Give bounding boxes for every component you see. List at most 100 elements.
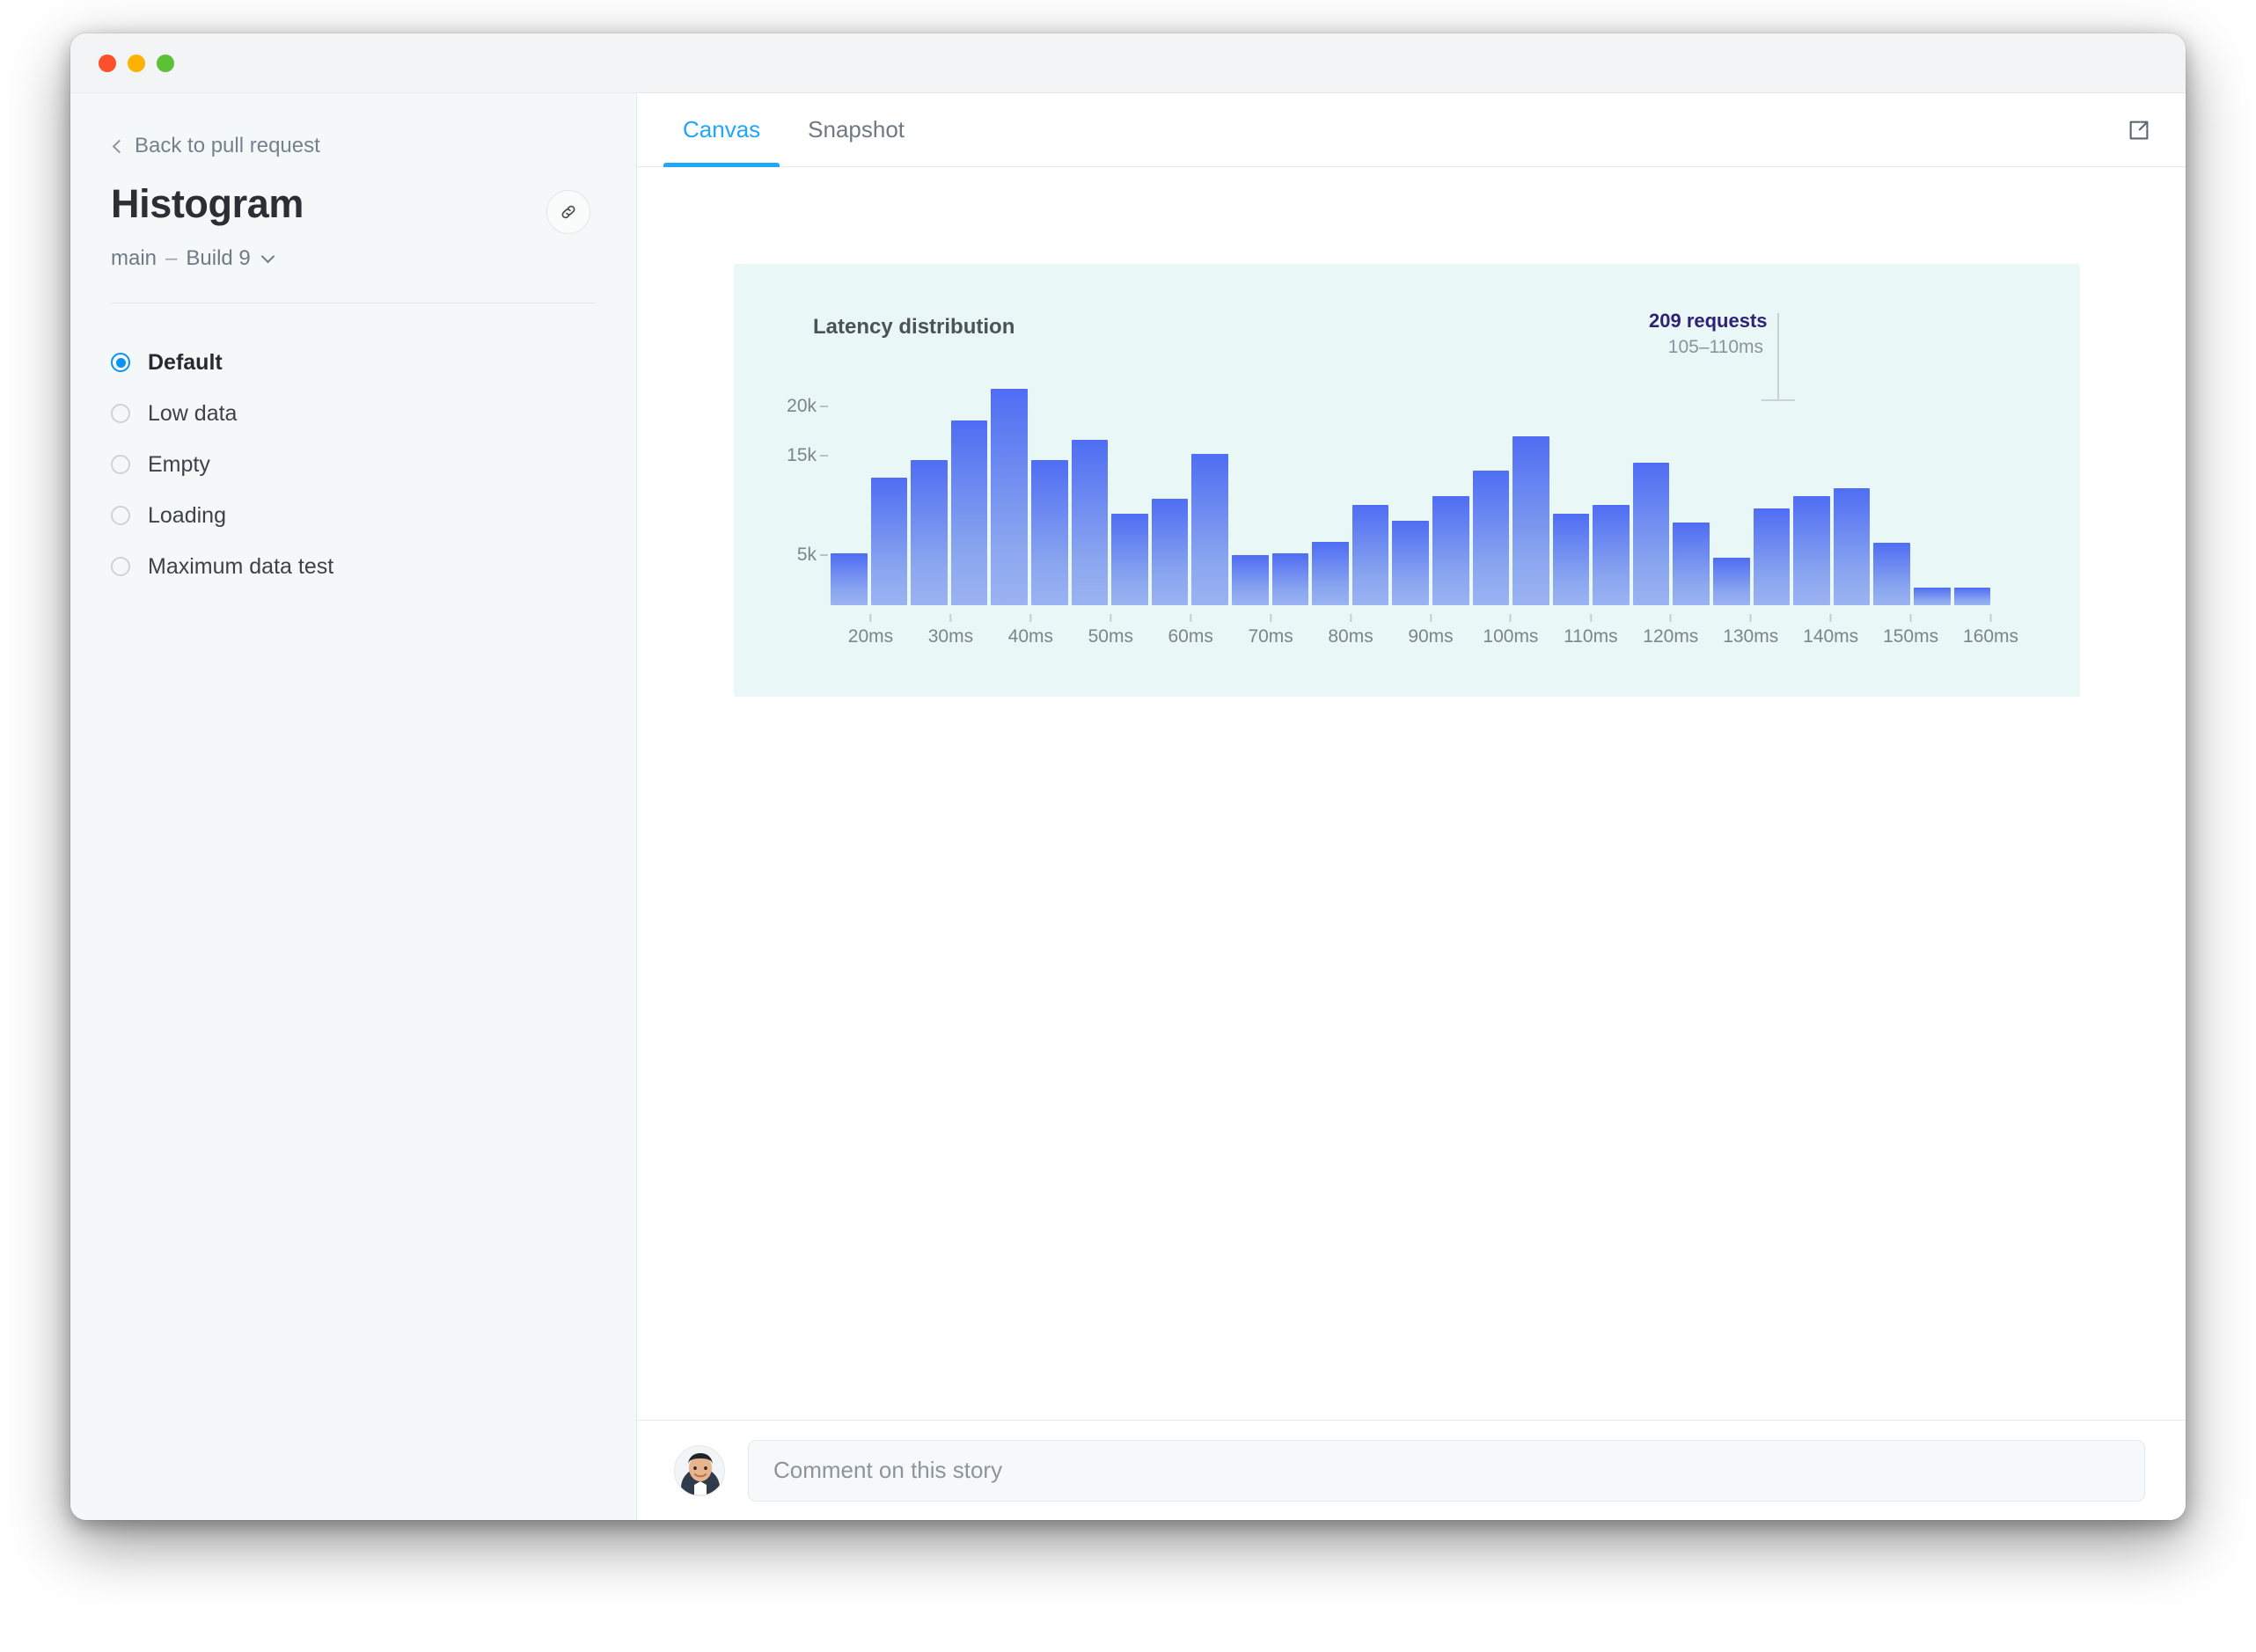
app-window: Back to pull request Histogram main – Bu…: [70, 33, 2186, 1520]
bar[interactable]: [1191, 454, 1228, 605]
comment-input[interactable]: Comment on this story: [748, 1439, 2145, 1502]
chart-title: Latency distribution: [813, 315, 1015, 339]
x-axis-tick-label: 60ms: [1168, 626, 1213, 647]
radio-icon: [111, 404, 130, 423]
tab-group: Canvas Snapshot: [663, 93, 924, 167]
bar[interactable]: [1432, 495, 1469, 605]
page-title: Histogram: [111, 181, 304, 226]
x-axis-tick-label: 160ms: [1963, 626, 2019, 647]
x-axis-tick-label: 40ms: [1007, 626, 1054, 647]
bar[interactable]: [1593, 504, 1630, 605]
bar[interactable]: [870, 478, 908, 605]
x-axis-tick-label: 110ms: [1564, 626, 1618, 647]
chevron-left-icon: [112, 139, 127, 153]
close-window-button[interactable]: [99, 54, 116, 72]
story-label: Default: [148, 349, 223, 375]
story-item-empty[interactable]: Empty: [111, 439, 596, 490]
copy-link-button[interactable]: [546, 190, 590, 234]
bar[interactable]: [1673, 523, 1710, 605]
avatar[interactable]: [674, 1444, 725, 1496]
tab-snapshot[interactable]: Snapshot: [788, 93, 924, 166]
bar-series: [831, 376, 2031, 605]
annotation-title: 209 requests: [1649, 310, 1768, 332]
tab-bar-spacer: [924, 93, 2126, 166]
window-controls: [99, 54, 174, 72]
x-axis-tick-label: 90ms: [1408, 626, 1454, 647]
x-axis-tick-label: 120ms: [1643, 626, 1699, 647]
bar[interactable]: [1632, 463, 1670, 605]
bar[interactable]: [1151, 499, 1189, 605]
tab-bar: Canvas Snapshot: [637, 93, 2186, 167]
bar[interactable]: [911, 459, 948, 605]
open-in-new-tab-button[interactable]: [2126, 93, 2152, 166]
back-to-pull-request-link[interactable]: Back to pull request: [111, 134, 596, 158]
plot-area: 20k 15k 5k: [787, 376, 2031, 605]
avatar-image: [675, 1445, 724, 1495]
bar[interactable]: [1953, 587, 1991, 605]
zoom-window-button[interactable]: [157, 54, 174, 72]
bar[interactable]: [1873, 542, 1911, 605]
histogram-chart: Latency distribution 209 requests 105–11…: [734, 264, 2080, 697]
back-link-label: Back to pull request: [135, 134, 320, 157]
story-item-loading[interactable]: Loading: [111, 490, 596, 541]
sidebar: Back to pull request Histogram main – Bu…: [70, 93, 637, 1520]
bar[interactable]: [831, 553, 868, 605]
bar[interactable]: [1753, 508, 1791, 605]
x-axis-tick-label: 140ms: [1803, 626, 1859, 647]
bar[interactable]: [991, 388, 1028, 605]
bar[interactable]: [1231, 555, 1269, 605]
x-axis-tick-label: 150ms: [1883, 626, 1939, 647]
y-axis-tick-label: 5k: [796, 545, 817, 566]
x-axis: 20ms 30ms 40ms 50ms 60ms 70ms 80ms 90ms 100ms 110…: [831, 614, 2031, 653]
bar[interactable]: [1472, 471, 1510, 605]
comment-bar: Comment on this story: [637, 1420, 2186, 1520]
radio-icon: [111, 557, 130, 576]
bar[interactable]: [1312, 541, 1349, 605]
bar[interactable]: [1793, 495, 1830, 605]
tab-label: Snapshot: [808, 116, 905, 143]
bar[interactable]: [1833, 487, 1871, 605]
sidebar-header: Histogram: [111, 183, 596, 234]
story-item-default[interactable]: Default: [111, 337, 596, 388]
screenshot-root: Back to pull request Histogram main – Bu…: [0, 0, 2256, 1652]
bar[interactable]: [1392, 520, 1429, 605]
tab-canvas[interactable]: Canvas: [663, 93, 780, 167]
bar[interactable]: [1111, 514, 1148, 605]
bar[interactable]: [1513, 435, 1549, 605]
tab-label: Canvas: [683, 116, 761, 143]
y-axis-tick-label: 20k: [787, 395, 817, 416]
bar[interactable]: [1552, 514, 1590, 605]
x-axis-tick-label: 70ms: [1248, 626, 1293, 647]
x-axis-tick-label: 130ms: [1723, 626, 1779, 647]
chart-annotation: 209 requests 105–110ms: [1649, 310, 1779, 358]
bar[interactable]: [950, 420, 988, 605]
story-label: Empty: [148, 451, 210, 477]
story-label: Maximum data test: [148, 553, 334, 579]
meta-separator: –: [165, 246, 178, 270]
x-axis-tick-label: 80ms: [1328, 626, 1373, 647]
annotation-subtitle: 105–110ms: [1667, 337, 1763, 357]
chevron-down-icon: [260, 249, 275, 263]
y-axis-tick-label: 15k: [787, 445, 817, 466]
story-canvas: Latency distribution 209 requests 105–11…: [637, 167, 2186, 1420]
story-item-low-data[interactable]: Low data: [111, 388, 596, 439]
bar[interactable]: [1271, 553, 1309, 605]
link-icon: [561, 205, 575, 219]
minimize-window-button[interactable]: [128, 54, 145, 72]
radio-icon: [111, 353, 130, 372]
bar[interactable]: [1914, 587, 1951, 605]
window-titlebar: [70, 33, 2186, 93]
x-axis-tick-label: 20ms: [847, 626, 894, 647]
bar[interactable]: [1030, 459, 1068, 605]
comment-placeholder: Comment on this story: [773, 1457, 1003, 1483]
story-item-maximum-data-test[interactable]: Maximum data test: [111, 541, 596, 592]
branch-name: main: [111, 246, 157, 270]
branch-build-selector[interactable]: main – Build 9: [111, 246, 596, 271]
radio-icon: [111, 506, 130, 525]
story-list: Default Low data Empty Loading Maximum d…: [111, 337, 596, 592]
bar[interactable]: [1351, 504, 1389, 605]
story-label: Low data: [148, 400, 238, 426]
bar[interactable]: [1713, 557, 1750, 605]
bar[interactable]: [1071, 440, 1109, 605]
main-pane: Canvas Snapshot Latency distribution 209…: [637, 93, 2186, 1520]
